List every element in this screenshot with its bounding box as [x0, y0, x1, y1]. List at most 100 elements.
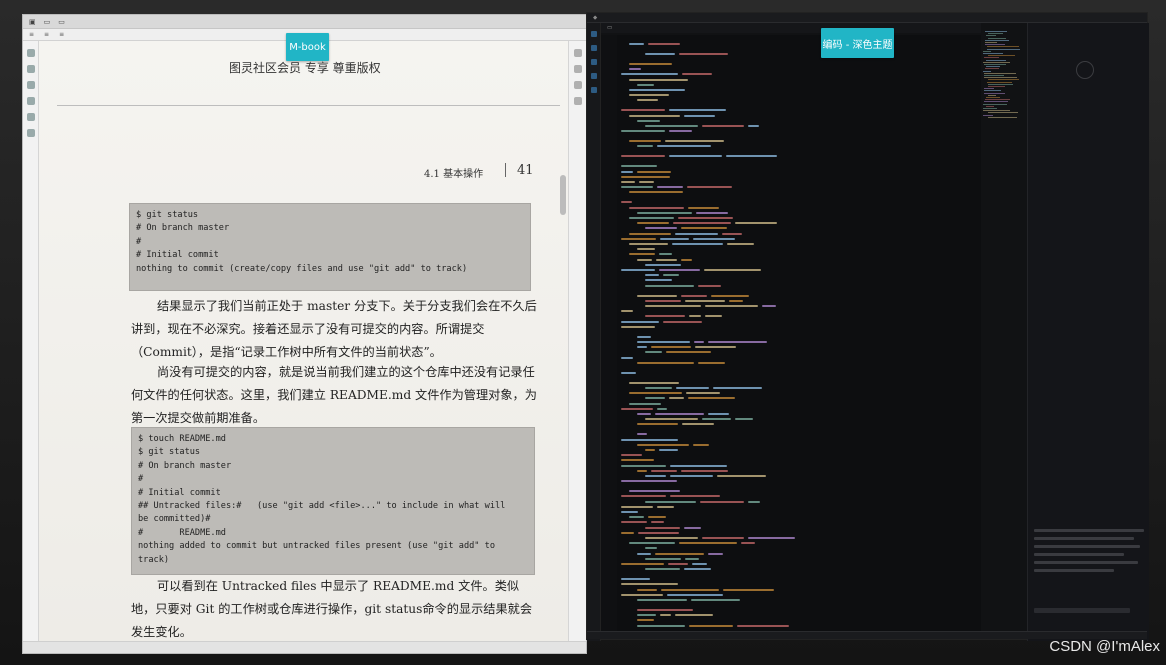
code-token: [621, 181, 635, 183]
tab-1[interactable]: ▭: [44, 18, 51, 26]
code-token: [637, 599, 687, 601]
code-token: [679, 542, 737, 545]
code-token: [637, 294, 677, 297]
app-icon: ▣: [29, 17, 36, 26]
code-token: [675, 614, 713, 617]
source-control-icon[interactable]: [590, 59, 597, 65]
code-token: [629, 253, 655, 256]
code-token: [723, 588, 774, 591]
code-token: [621, 356, 633, 359]
minimap[interactable]: [983, 31, 1023, 121]
code-token: [621, 186, 653, 189]
paragraph-3: 可以看到在 Untracked files 中显示了 README.md 文件。…: [131, 575, 541, 644]
code-token: [722, 232, 742, 235]
code-token: [645, 299, 681, 302]
code-token: [629, 243, 668, 245]
code-token: [708, 413, 729, 415]
minimap-line: [983, 108, 997, 109]
code-token: [629, 191, 683, 194]
select-tool-icon[interactable]: [26, 49, 35, 57]
code-token: [621, 505, 653, 508]
assistant-input[interactable]: [1034, 608, 1130, 613]
code-token: [666, 351, 711, 354]
code-editor-window: ◆ ▭: [586, 12, 1149, 641]
note-tool-icon[interactable]: [26, 113, 35, 121]
editor-pane[interactable]: [601, 35, 981, 633]
code-token: [735, 222, 777, 225]
minimap-line: [987, 81, 1012, 83]
code-token: [629, 63, 672, 65]
code-token: [748, 537, 795, 539]
minimap-line: [983, 110, 1010, 112]
menu-item[interactable]: ≡: [29, 31, 34, 38]
code-token: [684, 114, 715, 117]
minimap-line: [984, 88, 994, 90]
run-icon[interactable]: [590, 73, 597, 79]
code-token: [621, 531, 634, 534]
minimap-line: [984, 57, 999, 59]
bookmark-icon[interactable]: [573, 65, 582, 73]
code-token: [669, 155, 722, 158]
code-token: [682, 73, 712, 76]
code-token: [670, 495, 720, 498]
code-token: [651, 521, 664, 524]
highlight-tool-icon[interactable]: [26, 97, 35, 105]
minimap-line: [984, 75, 1004, 76]
code-token: [678, 217, 733, 219]
explorer-icon[interactable]: [590, 31, 597, 37]
menu-item[interactable]: ≡: [59, 31, 64, 38]
tab-2[interactable]: ▭: [58, 18, 65, 26]
code-token: [669, 130, 692, 133]
code-token: [681, 294, 707, 297]
code-token: [629, 140, 661, 143]
code-token: [638, 531, 679, 534]
stamp-tool-icon[interactable]: [26, 129, 35, 137]
reader-scrollbar[interactable]: [560, 175, 566, 215]
code-token: [639, 181, 654, 183]
code-token: [645, 475, 666, 477]
minimap-line: [988, 37, 1006, 39]
editor-tab[interactable]: ▭: [607, 25, 612, 31]
minimap-line: [984, 101, 1008, 103]
minimap-line: [983, 114, 993, 116]
extensions-icon[interactable]: [590, 87, 597, 93]
settings-icon[interactable]: [573, 97, 582, 105]
minimap-line: [983, 53, 1003, 54]
code-token: [663, 274, 679, 277]
code-token: [645, 53, 675, 55]
page-banner: 图灵社区会员 专享 尊重版权: [229, 61, 381, 75]
code-token: [645, 227, 677, 230]
code-token: [669, 109, 726, 112]
pen-tool-icon[interactable]: [26, 81, 35, 89]
search-icon[interactable]: [573, 81, 582, 89]
minimap-line: [985, 44, 1005, 46]
code-token: [645, 125, 698, 127]
code-token: [645, 449, 655, 451]
code-token: [681, 469, 728, 472]
assistant-message-line: [1034, 529, 1144, 532]
minimap-line: [984, 90, 1001, 92]
page-number: 41: [517, 163, 534, 178]
code-token: [702, 418, 731, 421]
code-token: [637, 211, 692, 214]
code-token: [621, 464, 666, 467]
menu-item[interactable]: ≡: [44, 31, 49, 38]
code-token: [621, 459, 654, 462]
code-token: [708, 341, 767, 343]
reader-titlebar: ▣ ▭ ▭: [23, 15, 586, 29]
minimap-line: [987, 48, 1020, 50]
book-page: 图灵社区会员 专享 尊重版权 4.1 基本操作 41 $ git status …: [39, 41, 570, 641]
code-token: [693, 237, 735, 240]
code-token: [672, 243, 723, 245]
zoom-tool-icon[interactable]: [26, 65, 35, 73]
code-token: [648, 43, 680, 45]
code-token: [717, 475, 766, 477]
code-token: [637, 552, 651, 555]
search-icon[interactable]: [590, 45, 597, 51]
code-token: [621, 480, 677, 483]
page-nav-icon[interactable]: [573, 49, 582, 57]
code-token: [648, 516, 666, 519]
code-token: [684, 568, 711, 571]
code-token: [700, 500, 744, 503]
assistant-message-line: [1034, 561, 1138, 564]
